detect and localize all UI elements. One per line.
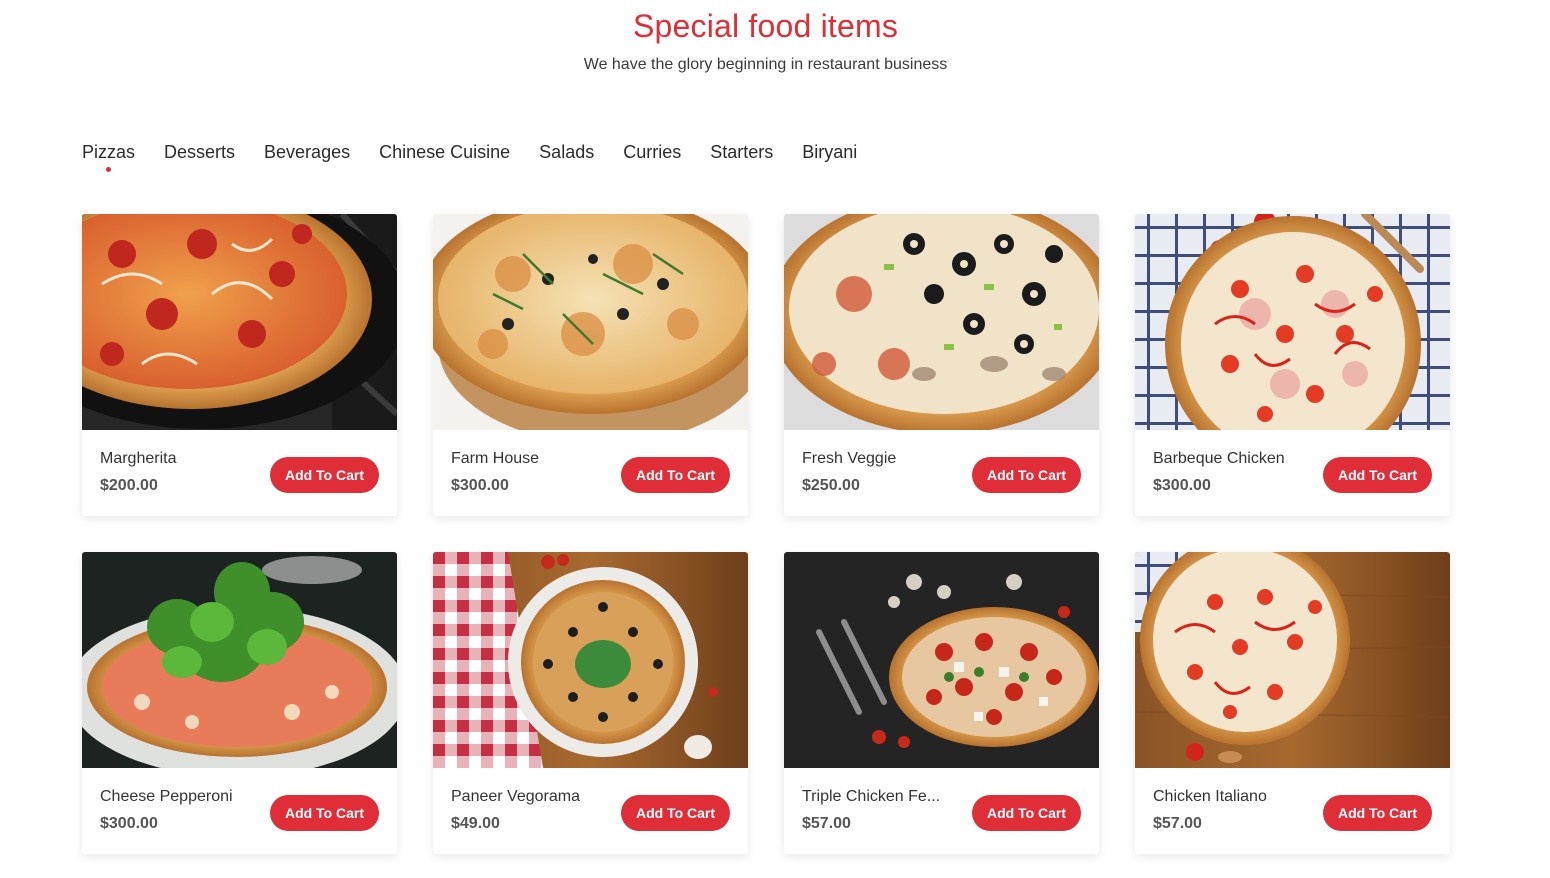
product-name: Triple Chicken Fe... [802, 788, 941, 805]
product-card: Fresh Veggie $250.00 Add To Cart [784, 214, 1099, 516]
olive-mushroom-pizza-photo[interactable] [784, 214, 1099, 430]
product-price: $200.00 [100, 477, 158, 494]
arugula-pizza-photo[interactable] [82, 552, 397, 768]
product-card: Paneer Vegorama $49.00 Add To Cart [433, 552, 748, 854]
product-price: $49.00 [451, 815, 500, 832]
product-price: $300.00 [100, 815, 158, 832]
tab-salads[interactable]: Salads [539, 140, 594, 164]
product-name: Chicken Italiano [1153, 788, 1267, 805]
product-price: $250.00 [802, 477, 860, 494]
tab-beverages[interactable]: Beverages [264, 140, 350, 164]
category-tabs: Pizzas Desserts Beverages Chinese Cuisin… [82, 140, 886, 172]
tab-biryani[interactable]: Biryani [802, 140, 857, 164]
tab-pizzas[interactable]: Pizzas [82, 140, 135, 172]
product-card: Barbeque Chicken $300.00 Add To Cart [1135, 214, 1450, 516]
pizza-on-plate-photo[interactable] [433, 552, 748, 768]
add-to-cart-button[interactable]: Add To Cart [621, 795, 730, 831]
product-name: Barbeque Chicken [1153, 450, 1285, 467]
product-name: Cheese Pepperoni [100, 788, 233, 805]
product-name: Fresh Veggie [802, 450, 897, 467]
product-name: Farm House [451, 450, 540, 467]
add-to-cart-button[interactable]: Add To Cart [270, 457, 379, 493]
product-price: $57.00 [802, 815, 851, 832]
add-to-cart-button[interactable]: Add To Cart [972, 457, 1081, 493]
add-to-cart-button[interactable]: Add To Cart [1323, 457, 1432, 493]
product-card: Margherita $200.00 Add To Cart [82, 214, 397, 516]
product-card: Chicken Italiano $57.00 Add To Cart [1135, 552, 1450, 854]
pizza-on-wood-table-photo[interactable] [1135, 552, 1450, 768]
product-price: $300.00 [451, 477, 509, 494]
product-card: Triple Chicken Fe... $57.00 Add To Cart [784, 552, 1099, 854]
product-price: $57.00 [1153, 815, 1202, 832]
product-price: $300.00 [1153, 477, 1211, 494]
product-name: Margherita [100, 450, 177, 467]
product-card: Farm House $300.00 Add To Cart [433, 214, 748, 516]
product-name: Paneer Vegorama [451, 788, 580, 805]
section-title: Special food items [632, 8, 899, 44]
pizza-on-dark-table-photo[interactable] [784, 552, 1099, 768]
tab-starters[interactable]: Starters [710, 140, 773, 164]
pizza-on-checked-cloth-photo[interactable] [1135, 214, 1450, 430]
tab-desserts[interactable]: Desserts [164, 140, 235, 164]
tab-curries[interactable]: Curries [623, 140, 681, 164]
pizza-on-board-photo[interactable] [433, 214, 748, 430]
product-card: Cheese Pepperoni $300.00 Add To Cart [82, 552, 397, 854]
add-to-cart-button[interactable]: Add To Cart [1323, 795, 1432, 831]
section-subtitle: We have the glory beginning in restauran… [583, 56, 948, 73]
add-to-cart-button[interactable]: Add To Cart [270, 795, 379, 831]
add-to-cart-button[interactable]: Add To Cart [972, 795, 1081, 831]
add-to-cart-button[interactable]: Add To Cart [621, 457, 730, 493]
pizza-on-grill-photo[interactable] [82, 214, 397, 430]
tab-chinese-cuisine[interactable]: Chinese Cuisine [379, 140, 510, 164]
